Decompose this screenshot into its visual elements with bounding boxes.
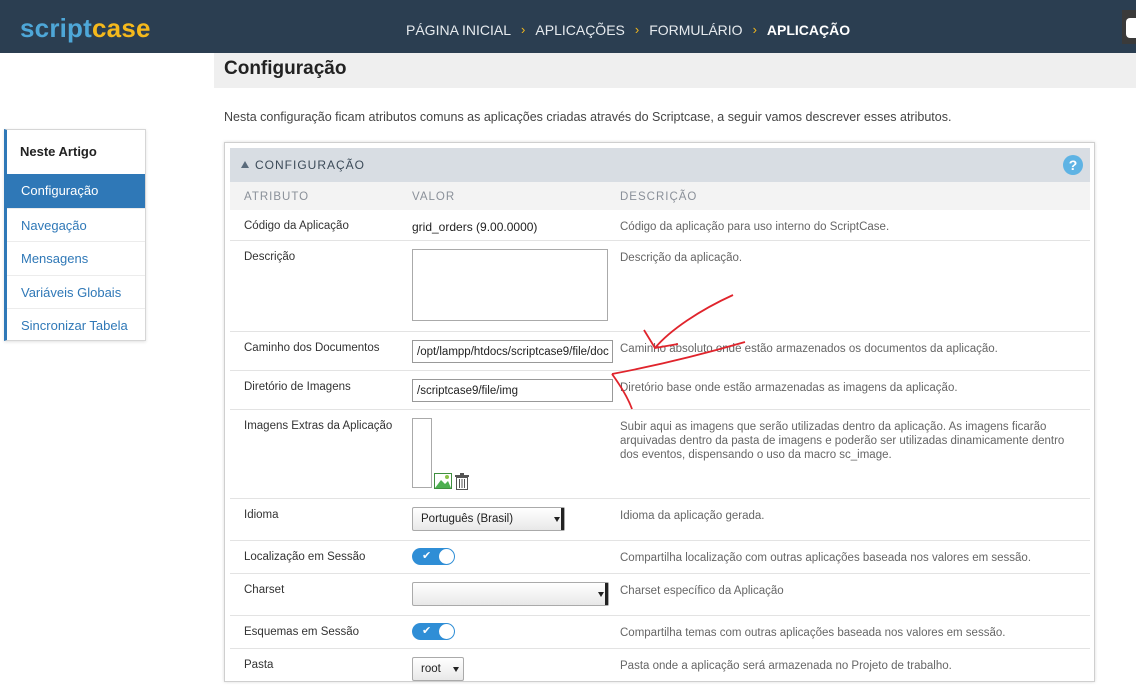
nav-item-sincronizar-tabela[interactable]: Sincronizar Tabela [7,308,145,342]
breadcrumb-home[interactable]: PÁGINA INICIAL [406,22,511,38]
row-attr: Localização em Sessão [244,551,366,563]
breadcrumb-separator: › [634,22,640,37]
article-nav: Neste Artigo Configuração Navegação Mens… [4,129,146,341]
page-title: Configuração [224,58,347,79]
intro-text: Nesta configuração ficam atributos comun… [224,110,952,124]
row-desc: Descrição da aplicação. [620,252,743,264]
nav-item-navegacao[interactable]: Navegação [7,207,145,242]
column-headers: ATRIBUTO VALOR DESCRIÇÃO [230,182,1090,210]
config-panel: CONFIGURAÇÃO ? ATRIBUTO VALOR DESCRIÇÃO … [224,142,1095,682]
table-row: Caminho dos Documentos /opt/lampp/htdocs… [230,332,1090,371]
panel-header[interactable]: CONFIGURAÇÃO ? [230,148,1090,182]
table-row: Código da Aplicação grid_orders (9.00.00… [230,210,1090,241]
row-desc: Idioma da aplicação gerada. [620,510,765,522]
row-desc: Charset específico da Aplicação [620,585,784,597]
row-desc: Caminho absoluto onde estão armazenados … [620,343,998,355]
row-attr: Descrição [244,251,296,263]
language-select[interactable]: Português (Brasil) [412,507,565,531]
app-code-value: grid_orders (9.00.0000) [412,220,538,234]
folder-select[interactable]: root [412,657,464,681]
breadcrumb-separator: › [521,22,526,37]
row-attr: Charset [244,584,285,596]
table-row: Charset Charset específico da Aplicação [230,574,1090,616]
row-desc: Código da aplicação para uso interno do … [620,221,890,233]
row-desc: Compartilha localização com outras aplic… [620,552,1032,564]
nav-item-configuracao[interactable]: Configuração [7,174,145,208]
row-desc: Pasta onde a aplicação será armazenada n… [620,660,952,672]
charset-select[interactable] [412,582,609,606]
table-row: Localização em Sessão ✔ Compartilha loca… [230,541,1090,574]
table-row: Esquemas em Sessão ✔ Compartilha temas c… [230,616,1090,649]
table-row: Descrição Descrição da aplicação. [230,241,1090,332]
check-icon: ✔ [422,625,432,637]
table-row: Idioma Português (Brasil) Idioma da apli… [230,499,1090,541]
schemes-session-toggle[interactable]: ✔ [412,623,455,640]
row-desc: Compartilha temas com outras aplicações … [620,627,1006,639]
trash-icon[interactable] [454,473,470,490]
row-desc: Diretório base onde estão armazenadas as… [620,382,958,394]
description-textarea[interactable] [412,249,608,321]
page-title-bar: Configuração [214,53,1136,88]
panel-title: CONFIGURAÇÃO [255,158,366,172]
row-attr: Código da Aplicação [244,220,349,232]
breadcrumb: PÁGINA INICIAL › APLICAÇÕES › FORMULÁRIO… [406,22,850,38]
column-desc: DESCRIÇÃO [620,191,698,203]
scriptcase-logo[interactable]: scriptcase [20,13,151,44]
column-value: VALOR [412,191,456,203]
extra-images-list[interactable] [412,418,432,488]
article-nav-heading: Neste Artigo [20,144,97,159]
table-row: Diretório de Imagens /scriptcase9/file/i… [230,371,1090,410]
row-attr: Idioma [244,509,279,521]
table-row: Imagens Extras da Aplicação Subir aqui a… [230,410,1090,499]
locale-session-toggle[interactable]: ✔ [412,548,455,565]
top-bar: scriptcase PÁGINA INICIAL › APLICAÇÕES ›… [0,0,1136,53]
add-image-icon[interactable] [434,473,452,489]
nav-item-variaveis-globais[interactable]: Variáveis Globais [7,274,145,309]
breadcrumb-form[interactable]: FORMULÁRIO [649,22,742,38]
row-attr: Pasta [244,659,274,671]
nav-item-mensagens[interactable]: Mensagens [7,241,145,275]
breadcrumb-separator: › [752,22,757,37]
check-icon: ✔ [422,550,432,562]
breadcrumb-current: APLICAÇÃO [766,22,851,38]
row-attr: Imagens Extras da Aplicação [244,420,393,432]
table-row: Pasta root Pasta onde a aplicação será a… [230,649,1090,689]
breadcrumb-applications[interactable]: APLICAÇÕES [535,22,624,38]
collapse-icon[interactable] [241,161,249,168]
row-attr: Esquemas em Sessão [244,626,360,638]
images-dir-input[interactable]: /scriptcase9/file/img [412,379,613,402]
menu-toggle-icon [1126,18,1136,38]
help-icon[interactable]: ? [1063,155,1083,175]
row-desc: Subir aqui as imagens que serão utilizad… [620,421,1065,461]
documents-path-input[interactable]: /opt/lampp/htdocs/scriptcase9/file/doc [412,340,613,363]
row-attr: Caminho dos Documentos [244,342,380,354]
column-attr: ATRIBUTO [244,191,310,203]
row-attr: Diretório de Imagens [244,381,351,393]
